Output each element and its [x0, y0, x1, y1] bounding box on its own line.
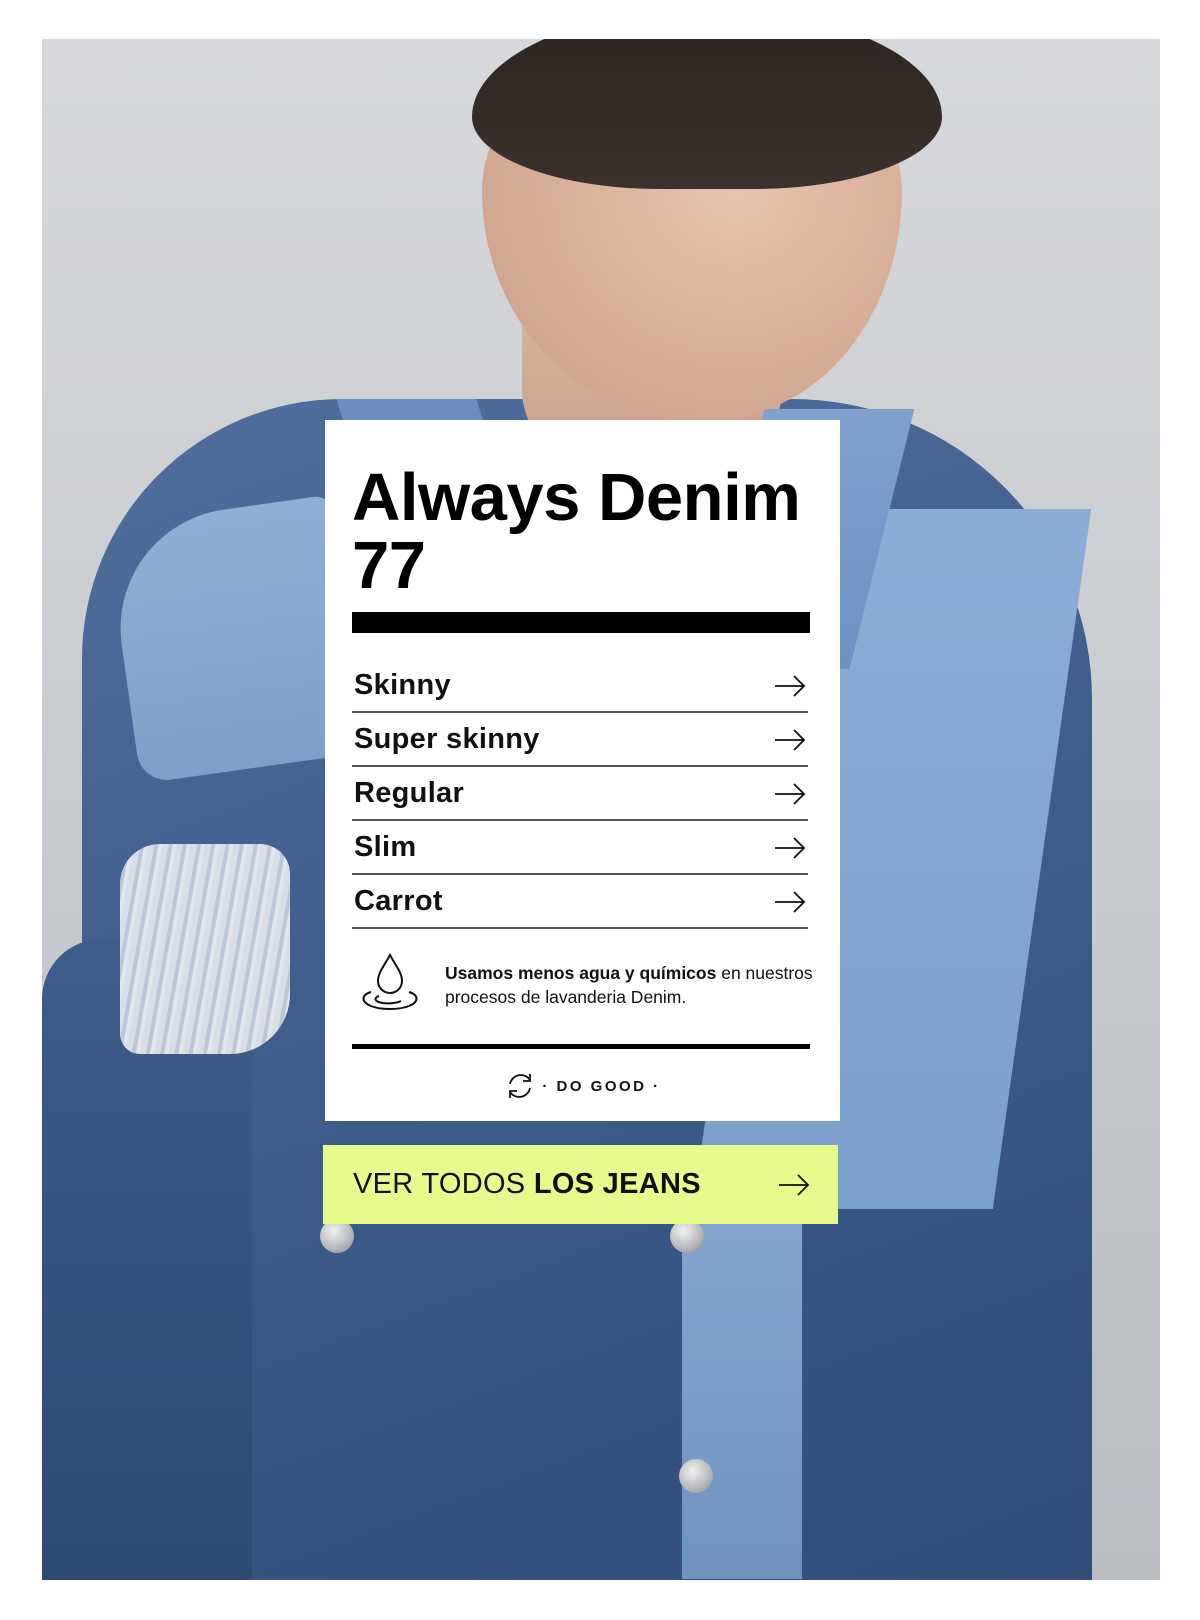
- card-title: Always Denim 77: [352, 460, 801, 603]
- fit-item-slim[interactable]: Slim: [352, 822, 808, 875]
- fit-label: Regular: [354, 777, 465, 809]
- title-line-2: 77: [352, 528, 426, 603]
- arrow-right-icon: [775, 674, 806, 697]
- fit-item-regular[interactable]: Regular: [352, 768, 808, 821]
- cta-label-bold: LOS JEANS: [533, 1168, 701, 1200]
- jacket-button: [679, 1459, 713, 1493]
- fit-item-skinny[interactable]: Skinny: [352, 660, 808, 713]
- title-line-1: Always Denim: [352, 460, 801, 535]
- arrow-right-icon: [779, 1173, 810, 1196]
- do-good-text: · DO GOOD ·: [542, 1077, 661, 1095]
- do-good-logo: · DO GOOD ·: [325, 1070, 840, 1102]
- water-drop-icon: [362, 952, 418, 1010]
- model-hair: [472, 39, 942, 189]
- recycle-arrows-icon: [509, 1074, 532, 1098]
- arrow-right-icon: [775, 782, 806, 805]
- fit-label: Super skinny: [354, 723, 540, 755]
- jacket-button: [320, 1219, 354, 1253]
- fit-label: Skinny: [354, 669, 451, 701]
- cta-label-light: VER TODOS: [353, 1168, 534, 1200]
- arrow-right-icon: [775, 890, 806, 913]
- fit-item-carrot[interactable]: Carrot: [352, 876, 808, 929]
- cta-label: VER TODOS LOS JEANS: [353, 1168, 701, 1201]
- fit-label: Carrot: [354, 885, 443, 917]
- fit-label: Slim: [354, 831, 417, 863]
- sustainability-text-bold: Usamos menos agua y químicos: [445, 963, 717, 983]
- view-all-jeans-button[interactable]: VER TODOS LOS JEANS: [323, 1145, 838, 1224]
- title-divider: [352, 612, 810, 633]
- fit-menu: Skinny Super skinny Regular Slim Carrot: [352, 660, 808, 929]
- sustainability-note: Usamos menos agua y químicos en nuestros…: [357, 952, 815, 1017]
- product-card: Always Denim 77 Skinny Super skinny Regu…: [325, 420, 840, 1121]
- jacket-button: [670, 1219, 704, 1253]
- arrow-right-icon: [775, 836, 806, 859]
- distressed-patch: [120, 844, 290, 1054]
- footer-divider: [352, 1044, 810, 1049]
- arrow-right-icon: [775, 728, 806, 751]
- fit-item-super-skinny[interactable]: Super skinny: [352, 714, 808, 767]
- sustainability-text: Usamos menos agua y químicos en nuestros…: [445, 961, 815, 1009]
